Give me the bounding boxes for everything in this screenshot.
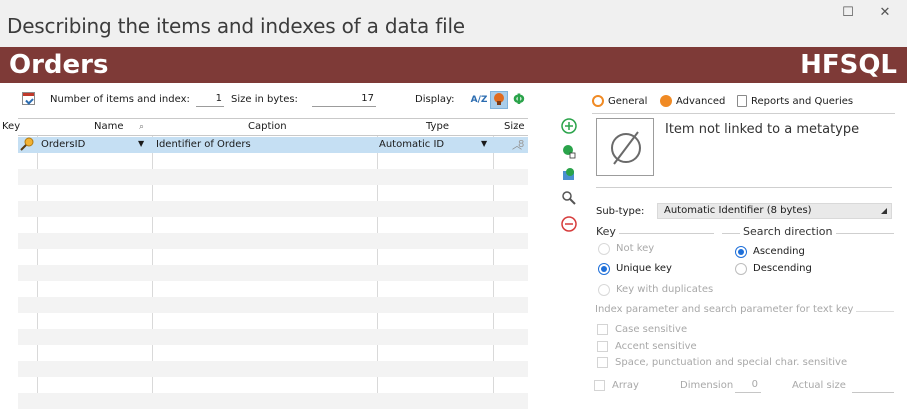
row-caption[interactable]: Identifier of Orders (156, 139, 251, 150)
items-grid: Key Name ⌕ Caption Type Size OrdersID ▼ … (2, 118, 528, 409)
radio-unique-key[interactable] (598, 263, 610, 275)
az-sort-button[interactable]: A/Z (470, 91, 488, 109)
table-row[interactable] (18, 393, 528, 409)
key-duplicates-label: Key with duplicates (616, 284, 714, 295)
scroll-up-icon[interactable]: ︿ (512, 137, 522, 152)
import-items-icon[interactable] (560, 166, 578, 184)
delete-item-icon[interactable] (560, 216, 578, 234)
case-sensitive-checkbox[interactable] (597, 324, 608, 335)
search-icon[interactable]: ⌕ (139, 122, 144, 132)
key-icon (20, 137, 34, 154)
display-keys-button[interactable] (490, 91, 508, 109)
col-name[interactable]: Name (94, 121, 124, 132)
tab-reports[interactable]: Reports and Queries (737, 92, 853, 112)
actual-size-label: Actual size (792, 380, 846, 391)
find-item-icon[interactable] (560, 190, 578, 208)
document-icon (737, 95, 747, 107)
subtype-value: Automatic Identifier (8 bytes) (664, 205, 812, 216)
ascending-label: Ascending (753, 246, 805, 257)
col-caption[interactable]: Caption (248, 121, 287, 132)
radio-ascending[interactable] (735, 246, 747, 258)
space-sensitive-checkbox[interactable] (597, 357, 608, 368)
phi-display-button[interactable]: Φ (510, 91, 528, 109)
array-checkbox[interactable] (594, 380, 605, 391)
table-row[interactable]: OrdersID ▼ Identifier of Orders Automati… (18, 137, 528, 153)
maximize-icon[interactable]: ☐ (833, 4, 863, 22)
descending-label: Descending (753, 263, 812, 274)
divider (596, 187, 892, 188)
grid-header: Key Name ⌕ Caption Type Size (2, 119, 528, 136)
table-row[interactable] (18, 329, 528, 345)
general-icon (592, 95, 604, 107)
col-type[interactable]: Type (426, 121, 449, 132)
add-composite-key-icon[interactable] (560, 143, 578, 161)
table-row[interactable] (18, 265, 528, 281)
subtype-combo[interactable]: Automatic Identifier (8 bytes) (657, 203, 892, 219)
count-label: Number of items and index: (50, 94, 190, 105)
space-sensitive-label: Space, punctuation and special char. sen… (615, 357, 848, 368)
size-label: Size in bytes: (231, 94, 298, 105)
dropdown-arrow-icon (881, 208, 887, 214)
case-sensitive-label: Case sensitive (615, 324, 688, 335)
table-row[interactable] (18, 361, 528, 377)
file-banner: Orders HFSQL (0, 47, 907, 83)
key-display-icon (494, 93, 504, 105)
tab-advanced[interactable]: Advanced (660, 92, 725, 112)
radio-key-duplicates[interactable] (598, 284, 610, 296)
engine-name: HFSQL (800, 50, 897, 80)
radio-descending[interactable] (735, 263, 747, 275)
file-name: Orders (9, 50, 109, 80)
metatype-text: Item not linked to a metatype (665, 122, 860, 137)
table-row[interactable] (18, 201, 528, 217)
subtype-label: Sub-type: (596, 206, 645, 217)
key-group-label: Key (593, 225, 619, 238)
dimension-field[interactable]: 0 (735, 379, 761, 393)
window-title: Describing the items and indexes of a da… (7, 14, 465, 38)
dimension-label: Dimension (680, 380, 734, 391)
metatype-box[interactable] (596, 118, 654, 176)
display-label: Display: (415, 94, 455, 105)
direction-group-label: Search direction (740, 225, 836, 238)
empty-set-icon (611, 131, 641, 165)
col-key[interactable]: Key (2, 121, 20, 132)
title-bar: Describing the items and indexes of a da… (0, 0, 907, 47)
scroll-right-icon[interactable]: › (515, 122, 518, 131)
name-dropdown-icon[interactable]: ▼ (138, 139, 144, 148)
accent-sensitive-checkbox[interactable] (597, 341, 608, 352)
array-label: Array (612, 380, 639, 391)
radio-not-key[interactable] (598, 243, 610, 255)
tab-divider (592, 113, 895, 114)
unique-key-label: Unique key (616, 263, 672, 274)
count-value: 1 (196, 92, 224, 107)
tab-general[interactable]: General (592, 92, 647, 112)
close-icon[interactable]: ✕ (870, 4, 900, 22)
size-value: 17 (312, 92, 376, 107)
type-dropdown-icon[interactable]: ▼ (481, 139, 487, 148)
index-group-label: Index parameter and search parameter for… (592, 304, 857, 315)
accent-sensitive-label: Accent sensitive (615, 341, 697, 352)
check-items-icon[interactable] (22, 92, 35, 105)
not-key-label: Not key (616, 243, 655, 254)
actual-size-field[interactable] (852, 379, 894, 393)
row-type[interactable]: Automatic ID (379, 139, 444, 150)
table-row[interactable] (18, 297, 528, 313)
row-name[interactable]: OrdersID (41, 139, 85, 150)
table-row[interactable] (18, 169, 528, 185)
advanced-icon (660, 95, 672, 107)
add-item-icon[interactable] (560, 118, 578, 136)
table-row[interactable] (18, 233, 528, 249)
